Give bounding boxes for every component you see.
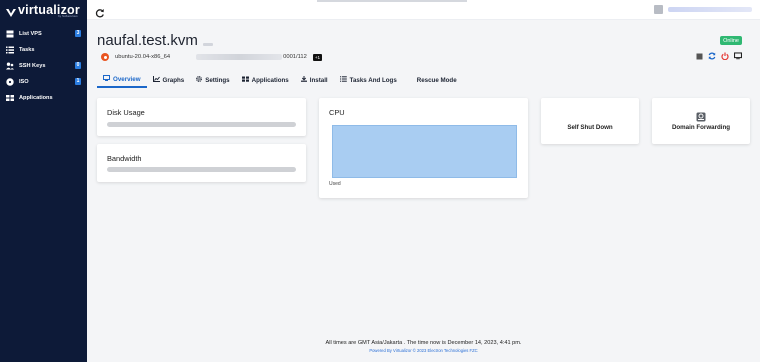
disk-usage-card: Disk Usage bbox=[97, 98, 306, 136]
os-row: ubuntu-20.04-x86_64 0001/112 +1 bbox=[101, 53, 323, 61]
domain-forwarding-label: Domain Forwarding bbox=[671, 124, 731, 131]
brand-sub: by Softaculous bbox=[58, 14, 78, 18]
user-menu[interactable] bbox=[654, 5, 752, 14]
tab-label: Overview bbox=[113, 75, 141, 83]
tab-label: Tasks And Logs bbox=[349, 76, 397, 84]
monitor-icon bbox=[103, 75, 110, 83]
sidebar-item-tasks[interactable]: Tasks bbox=[0, 42, 87, 58]
tab-applications[interactable]: Applications bbox=[236, 72, 295, 88]
sidebar-item-ssh-keys[interactable]: SSH Keys 0 bbox=[0, 58, 87, 74]
tab-label: Settings bbox=[205, 76, 230, 84]
footer: All times are GMT Asia/Jakarta . The tim… bbox=[87, 340, 760, 353]
ip-suffix: 0001/112 bbox=[283, 54, 307, 60]
status-badge: Online bbox=[720, 36, 742, 45]
edit-hostname-redacted bbox=[202, 43, 213, 46]
apps-icon bbox=[6, 94, 14, 102]
users-icon bbox=[6, 62, 14, 70]
sidebar-item-iso[interactable]: ISO 1 bbox=[0, 74, 87, 90]
sidebar-item-label: ISO bbox=[19, 79, 29, 85]
extra-ips-badge[interactable]: +1 bbox=[312, 53, 323, 61]
os-name: ubuntu-20.04-x86_64 bbox=[115, 54, 171, 60]
cpu-used-label: Used bbox=[329, 181, 341, 187]
sidebar-item-label: Tasks bbox=[19, 47, 35, 53]
disc-icon bbox=[6, 78, 14, 86]
ubuntu-icon bbox=[101, 53, 109, 61]
card-title: Bandwidth bbox=[107, 154, 142, 163]
brand-logo[interactable]: virtualizor by Softaculous bbox=[0, 0, 87, 20]
sidebar-item-label: SSH Keys bbox=[19, 63, 46, 69]
list-icon bbox=[6, 46, 14, 54]
top-strip bbox=[317, 0, 467, 2]
vps-actions bbox=[695, 52, 742, 60]
card-title: CPU bbox=[329, 108, 345, 117]
sidebar-badge: 3 bbox=[75, 30, 81, 37]
sidebar-item-label: List VPS bbox=[19, 31, 42, 37]
cpu-card: CPU Used bbox=[319, 98, 528, 198]
apps-icon bbox=[241, 76, 249, 84]
tab-label: Applications bbox=[251, 76, 289, 84]
tab-rescue-mode[interactable]: Rescue Mode bbox=[411, 72, 463, 88]
list-icon bbox=[339, 76, 347, 84]
sidebar-nav: List VPS 3 Tasks SSH Keys 0 ISO 1 Applic… bbox=[0, 26, 87, 106]
footer-powered-by[interactable]: Powered By Virtualizor © 2023 Electron T… bbox=[87, 348, 760, 353]
restart-icon[interactable] bbox=[708, 52, 716, 60]
vps-hostname: naufal.test.kvm bbox=[97, 32, 198, 49]
self-shut-down-card[interactable]: Self Shut Down bbox=[541, 98, 639, 144]
main-content: naufal.test.kvm Online ubuntu-20.04-x86_… bbox=[87, 20, 760, 362]
download-icon bbox=[300, 76, 307, 84]
power-icon[interactable] bbox=[721, 52, 729, 60]
footer-time: All times are GMT Asia/Jakarta . The tim… bbox=[325, 340, 522, 346]
sidebar-badge: 1 bbox=[75, 78, 81, 85]
tab-label: Install bbox=[309, 76, 328, 84]
stop-icon[interactable] bbox=[695, 52, 703, 60]
tab-bar: Overview Graphs Settings Applications In… bbox=[97, 72, 747, 88]
avatar bbox=[654, 5, 663, 14]
sidebar-item-applications[interactable]: Applications bbox=[0, 90, 87, 106]
ip-address-redacted bbox=[196, 54, 283, 60]
tab-graphs[interactable]: Graphs bbox=[147, 72, 191, 88]
domain-forwarding-card[interactable]: Domain Forwarding bbox=[652, 98, 750, 144]
card-title: Disk Usage bbox=[107, 108, 145, 117]
cpu-chart bbox=[332, 125, 517, 178]
bandwidth-card: Bandwidth bbox=[97, 144, 306, 182]
tab-label: Rescue Mode bbox=[416, 76, 457, 84]
gear-icon bbox=[196, 76, 203, 84]
top-bar bbox=[87, 0, 760, 20]
disk-usage-bar bbox=[107, 122, 296, 127]
user-name-redacted bbox=[668, 7, 752, 12]
virtualizor-logo-icon bbox=[6, 5, 16, 17]
sidebar-item-list-vps[interactable]: List VPS 3 bbox=[0, 26, 87, 42]
console-icon[interactable] bbox=[734, 52, 742, 60]
server-icon bbox=[6, 30, 14, 38]
tab-tasks-and-logs[interactable]: Tasks And Logs bbox=[334, 72, 403, 88]
refresh-icon[interactable] bbox=[95, 5, 105, 18]
tab-install[interactable]: Install bbox=[295, 72, 334, 88]
tab-settings[interactable]: Settings bbox=[190, 72, 235, 88]
bandwidth-bar bbox=[107, 167, 296, 172]
vps-title: naufal.test.kvm bbox=[97, 32, 213, 49]
chart-icon bbox=[152, 76, 160, 84]
sidebar-badge: 0 bbox=[75, 62, 81, 69]
sidebar: virtualizor by Softaculous List VPS 3 Ta… bbox=[0, 0, 87, 362]
tab-label: Graphs bbox=[162, 76, 185, 84]
sidebar-item-label: Applications bbox=[19, 95, 53, 101]
tab-overview[interactable]: Overview bbox=[97, 72, 147, 88]
self-shut-down-label: Self Shut Down bbox=[567, 124, 613, 131]
